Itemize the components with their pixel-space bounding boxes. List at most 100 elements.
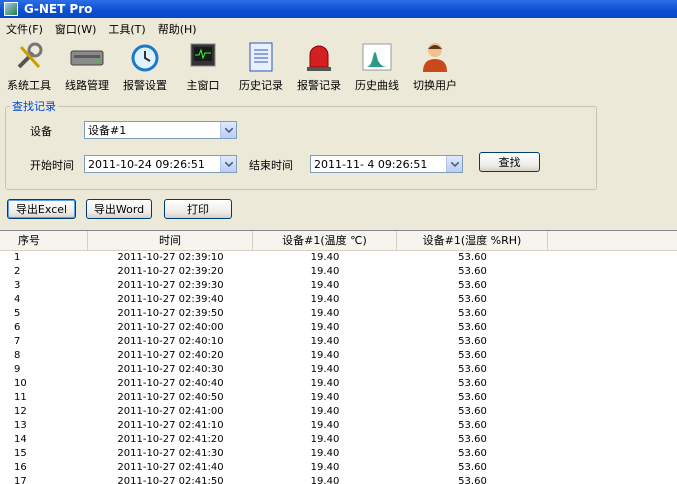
table-row[interactable]: 3 2011-10-27 02:39:30 19.40 53.60	[0, 279, 677, 293]
menu-help[interactable]: 帮助(H)	[152, 21, 203, 37]
cell-index: 2	[14, 266, 21, 277]
document-icon	[244, 40, 278, 74]
title-bar[interactable]: G-NET Pro	[0, 0, 677, 18]
cell-index: 13	[14, 420, 27, 431]
cell-time: 2011-10-27 02:39:50	[117, 308, 224, 319]
table-row[interactable]: 2 2011-10-27 02:39:20 19.40 53.60	[0, 265, 677, 279]
toolbar-label: 系统工具	[7, 79, 51, 92]
cell-humidity: 53.60	[458, 364, 487, 375]
table-row[interactable]: 1 2011-10-27 02:39:10 19.40 53.60	[0, 251, 677, 265]
cell-index: 1	[14, 252, 21, 263]
cell-humidity: 53.60	[458, 350, 487, 361]
cell-temperature: 19.40	[310, 308, 340, 319]
cell-index: 7	[14, 336, 21, 347]
toolbar-alarm-settings-button[interactable]: 报警设置	[116, 40, 174, 96]
menu-tools[interactable]: 工具(T)	[102, 21, 151, 37]
cell-temperature: 19.40	[310, 280, 340, 291]
column-header-humidity[interactable]: 设备#1(湿度 %RH)	[397, 231, 548, 250]
cell-time: 2011-10-27 02:41:10	[117, 420, 224, 431]
cell-index: 4	[14, 294, 21, 305]
toolbar-switch-user-button[interactable]: 切换用户	[406, 40, 464, 96]
chevron-down-icon[interactable]	[220, 156, 236, 172]
cell-time: 2011-10-27 02:41:00	[117, 406, 224, 417]
cell-time: 2011-10-27 02:40:50	[117, 392, 224, 403]
toolbar-line-manage-button[interactable]: 线路管理	[58, 40, 116, 96]
export-excel-button[interactable]: 导出Excel	[7, 199, 76, 219]
cell-time: 2011-10-27 02:40:40	[117, 378, 224, 389]
start-time-picker[interactable]: 2011-10-24 09:26:51	[84, 155, 237, 173]
table-row[interactable]: 9 2011-10-27 02:40:30 19.40 53.60	[0, 363, 677, 377]
table-row[interactable]: 10 2011-10-27 02:40:40 19.40 53.60	[0, 377, 677, 391]
column-header-time[interactable]: 时间	[88, 231, 253, 250]
window-title: G-NET Pro	[24, 2, 93, 16]
cell-temperature: 19.40	[310, 294, 340, 305]
tools-icon	[12, 40, 46, 74]
cell-humidity: 53.60	[458, 434, 487, 445]
cell-humidity: 53.60	[458, 322, 487, 333]
table-body: 1 2011-10-27 02:39:10 19.40 53.60 2 2011-10-2…	[0, 251, 677, 484]
cell-humidity: 53.60	[458, 294, 487, 305]
cell-humidity: 53.60	[458, 266, 487, 277]
table-row[interactable]: 16 2011-10-27 02:41:40 19.40 53.60	[0, 461, 677, 475]
toolbar-label: 切换用户	[413, 79, 457, 92]
cell-time: 2011-10-27 02:39:40	[117, 294, 224, 305]
toolbar-history-curve-button[interactable]: 历史曲线	[348, 40, 406, 96]
toolbar-history-button[interactable]: 历史记录	[232, 40, 290, 96]
export-word-button[interactable]: 导出Word	[86, 199, 152, 219]
toolbar-label: 历史曲线	[355, 79, 399, 92]
cell-temperature: 19.40	[310, 462, 340, 473]
user-icon	[418, 40, 452, 74]
cell-temperature: 19.40	[310, 378, 340, 389]
cell-temperature: 19.40	[310, 350, 340, 361]
column-header-index[interactable]: 序号	[0, 231, 88, 250]
table-row[interactable]: 12 2011-10-27 02:41:00 19.40 53.60	[0, 405, 677, 419]
device-select-value: 设备#1	[88, 124, 127, 137]
table-row[interactable]: 15 2011-10-27 02:41:30 19.40 53.60	[0, 447, 677, 461]
cell-temperature: 19.40	[310, 448, 340, 459]
table-row[interactable]: 7 2011-10-27 02:40:10 19.40 53.60	[0, 335, 677, 349]
column-header-temperature[interactable]: 设备#1(温度 ℃)	[253, 231, 397, 250]
cell-humidity: 53.60	[458, 252, 487, 263]
table-row[interactable]: 11 2011-10-27 02:40:50 19.40 53.60	[0, 391, 677, 405]
table-row[interactable]: 8 2011-10-27 02:40:20 19.40 53.60	[0, 349, 677, 363]
chevron-down-icon[interactable]	[446, 156, 462, 172]
toolbar-system-tools-button[interactable]: 系统工具	[0, 40, 58, 96]
table-row[interactable]: 4 2011-10-27 02:39:40 19.40 53.60	[0, 293, 677, 307]
end-time-picker[interactable]: 2011-11- 4 09:26:51	[310, 155, 463, 173]
device-select[interactable]: 设备#1	[84, 121, 237, 139]
search-button[interactable]: 查找	[479, 152, 540, 172]
chevron-down-icon[interactable]	[220, 122, 236, 138]
cell-index: 5	[14, 308, 21, 319]
cell-humidity: 53.60	[458, 336, 487, 347]
end-time-label: 结束时间	[249, 159, 293, 172]
toolbar-alarm-records-button[interactable]: 报警记录	[290, 40, 348, 96]
search-group-title: 查找记录	[10, 98, 58, 114]
table-row[interactable]: 5 2011-10-27 02:39:50 19.40 53.60	[0, 307, 677, 321]
table-row[interactable]: 14 2011-10-27 02:41:20 19.40 53.60	[0, 433, 677, 447]
cell-index: 10	[14, 378, 27, 389]
toolbar-label: 报警记录	[297, 79, 341, 92]
menu-window[interactable]: 窗口(W)	[49, 21, 102, 37]
cell-humidity: 53.60	[458, 420, 487, 431]
toolbar-main-window-button[interactable]: 主窗口	[174, 40, 232, 96]
cell-humidity: 53.60	[458, 308, 487, 319]
cell-temperature: 19.40	[310, 266, 340, 277]
cell-temperature: 19.40	[310, 434, 340, 445]
cell-index: 16	[14, 462, 27, 473]
menu-bar: 文件(F) 窗口(W) 工具(T) 帮助(H)	[0, 19, 677, 39]
cell-temperature: 19.40	[310, 364, 340, 375]
cell-time: 2011-10-27 02:40:30	[117, 364, 224, 375]
menu-file[interactable]: 文件(F)	[0, 21, 49, 37]
cell-index: 6	[14, 322, 21, 333]
print-button[interactable]: 打印	[164, 199, 232, 219]
table-row[interactable]: 6 2011-10-27 02:40:00 19.40 53.60	[0, 321, 677, 335]
cell-temperature: 19.40	[310, 252, 340, 263]
toolbar-label: 历史记录	[239, 79, 283, 92]
cell-time: 2011-10-27 02:41:20	[117, 434, 224, 445]
cell-temperature: 19.40	[310, 406, 340, 417]
cell-time: 2011-10-27 02:41:40	[117, 462, 224, 473]
table-row[interactable]: 13 2011-10-27 02:41:10 19.40 53.60	[0, 419, 677, 433]
device-label: 设备	[30, 125, 52, 138]
cell-index: 8	[14, 350, 21, 361]
cell-time: 2011-10-27 02:39:30	[117, 280, 224, 291]
